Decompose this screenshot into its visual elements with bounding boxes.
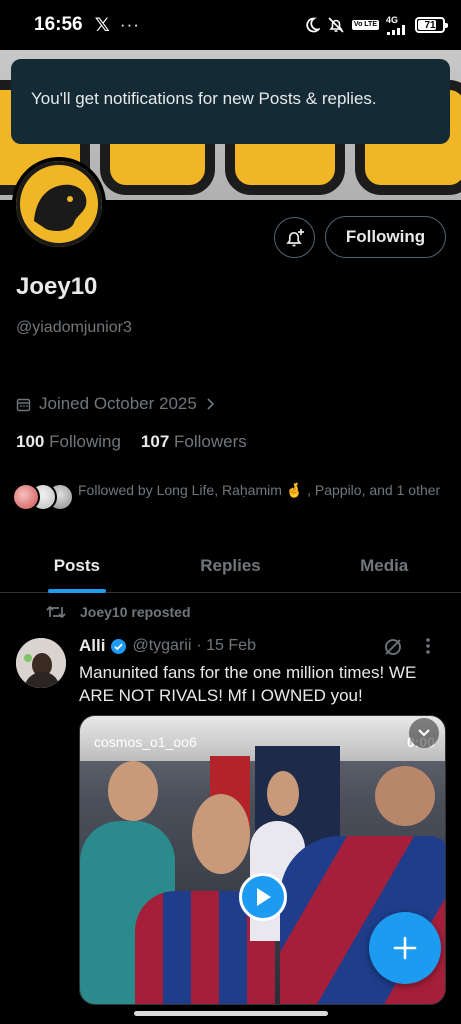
repost-icon xyxy=(46,605,66,619)
following-count: 100 xyxy=(16,432,45,451)
bell-plus-icon xyxy=(285,228,304,246)
joined-date-row[interactable]: Joined October 2025 xyxy=(16,394,217,414)
plus-icon xyxy=(393,936,417,960)
display-name: Joey10 xyxy=(16,273,98,300)
follow-counts: 100 Following 107 Followers xyxy=(16,432,247,452)
play-icon xyxy=(257,888,271,906)
more-options-icon[interactable] xyxy=(425,636,431,661)
chevron-right-icon xyxy=(207,398,214,410)
status-bar: 16:56 𝕏 ··· Vo LTE 4G 71 xyxy=(0,0,461,50)
more-notifications-icon: ··· xyxy=(119,15,140,34)
profile-tabs: Posts Replies Media xyxy=(0,540,461,593)
following-count-link[interactable]: 100 Following xyxy=(16,432,121,452)
verified-badge-icon xyxy=(111,638,127,654)
status-time: 16:56 xyxy=(34,14,83,35)
post-date[interactable]: · 15 Feb xyxy=(196,637,256,655)
post-author-avatar[interactable] xyxy=(16,638,66,688)
media-source-label: cosmos_o1_oo6 xyxy=(94,734,197,750)
user-handle: @yiadomjunior3 xyxy=(16,319,132,336)
media-expand-button[interactable] xyxy=(409,718,439,748)
toast-message: You'll get notifications for new Posts &… xyxy=(31,89,377,108)
home-indicator[interactable] xyxy=(134,1011,328,1016)
repost-indicator: Joey10 reposted xyxy=(46,604,191,620)
battery-level: 71 xyxy=(424,19,436,31)
tab-posts[interactable]: Posts xyxy=(0,540,154,592)
follower-avatars xyxy=(12,480,74,514)
repost-label: Joey10 reposted xyxy=(80,604,191,620)
chevron-down-icon xyxy=(418,729,430,737)
grok-icon[interactable] xyxy=(383,637,403,657)
tab-replies[interactable]: Replies xyxy=(154,540,308,592)
avatar xyxy=(12,483,40,511)
following-button[interactable]: Following xyxy=(325,216,446,258)
notification-toast: You'll get notifications for new Posts &… xyxy=(11,59,450,144)
post-header: Alli @tygarii · 15 Feb xyxy=(79,636,256,656)
following-label: Following xyxy=(49,432,121,451)
calendar-icon xyxy=(16,398,31,411)
profile-avatar[interactable] xyxy=(12,157,106,251)
play-button[interactable] xyxy=(239,873,287,921)
network-type: 4G xyxy=(386,14,399,25)
followed-by-row[interactable]: Followed by Long Life, Raḥamim 🤞 , Pappi… xyxy=(12,480,442,514)
followed-by-text: Followed by Long Life, Raḥamim 🤞 , Pappi… xyxy=(78,482,441,498)
author-handle[interactable]: @tygarii xyxy=(132,637,191,655)
joined-text: Joined October 2025 xyxy=(39,394,197,413)
author-name[interactable]: Alli xyxy=(79,636,105,656)
followers-label: Followers xyxy=(174,432,247,451)
followers-count-link[interactable]: 107 Followers xyxy=(141,432,247,452)
volte-icon: Vo LTE xyxy=(351,20,379,30)
battery-icon: 71 xyxy=(415,17,448,33)
x-logo-icon: 𝕏 xyxy=(94,14,110,36)
compose-post-button[interactable] xyxy=(369,912,441,984)
panther-logo-icon xyxy=(16,161,102,247)
status-icons: Vo LTE 4G 71 xyxy=(304,14,448,35)
signal-icon: 4G xyxy=(386,14,408,35)
tab-media[interactable]: Media xyxy=(307,540,461,592)
bell-off-icon xyxy=(328,17,344,33)
post-text: Manunited fans for the one million times… xyxy=(79,663,417,705)
moon-icon xyxy=(306,17,320,33)
followers-count: 107 xyxy=(140,432,170,451)
notifications-bell-button[interactable] xyxy=(274,217,315,258)
